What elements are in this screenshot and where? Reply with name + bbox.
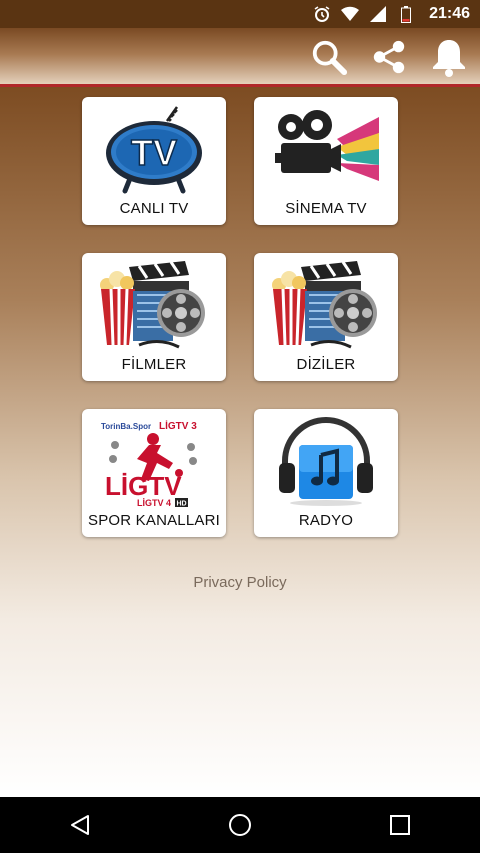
- tile-label: RADYO: [298, 512, 354, 529]
- tile-spor-kanallari[interactable]: TorinBa.Spor LİGTV 3 LİGTV LİGTV 4 HD SP…: [82, 409, 226, 537]
- svg-text:TV: TV: [131, 132, 177, 173]
- tile-diziler[interactable]: DİZİLER: [254, 253, 398, 381]
- lig-tv4-text: LİGTV 4: [137, 498, 171, 507]
- battery-icon: [397, 5, 415, 23]
- wifi-icon: [341, 5, 360, 23]
- lig-tv-logo: TorinBa.Spor LİGTV 3 LİGTV LİGTV 4 HD: [101, 419, 197, 508]
- hd-badge-text: HD: [177, 501, 187, 508]
- popcorn-film-icon: [272, 261, 377, 349]
- alarm-icon: [313, 5, 331, 23]
- signal-icon: [369, 5, 387, 23]
- headphones-music-icon: [279, 417, 373, 506]
- category-grid: TV CANLI TV SİNEMA TV FİLMLER DİZİLER To…: [82, 97, 398, 537]
- lig-brand-text: LİGTV: [105, 471, 182, 501]
- recents-icon[interactable]: [380, 805, 420, 845]
- tile-radyo[interactable]: RADYO: [254, 409, 398, 537]
- lig-tv3-text: LİGTV 3: [159, 419, 197, 432]
- bell-icon[interactable]: [430, 37, 468, 77]
- tile-label: SİNEMA TV: [285, 200, 367, 217]
- status-time: 21:46: [429, 5, 470, 22]
- back-icon[interactable]: [60, 805, 100, 845]
- privacy-policy-link[interactable]: Privacy Policy: [0, 574, 480, 591]
- tile-filmler[interactable]: FİLMLER: [82, 253, 226, 381]
- tile-label: CANLI TV: [119, 200, 189, 217]
- tile-canli-tv[interactable]: TV CANLI TV: [82, 97, 226, 225]
- app-bar: [0, 28, 480, 86]
- tile-sinema-tv[interactable]: SİNEMA TV: [254, 97, 398, 225]
- nav-bar: [0, 797, 480, 853]
- popcorn-film-icon: [100, 261, 205, 349]
- tile-label: FİLMLER: [121, 356, 187, 373]
- movie-camera-icon: [275, 110, 379, 181]
- spor-channel-text: TorinBa.Spor: [101, 422, 151, 431]
- search-icon[interactable]: [310, 37, 348, 77]
- tv-icon: TV: [106, 106, 202, 194]
- tile-label: SPOR KANALLARI: [87, 512, 220, 529]
- tile-label: DİZİLER: [296, 356, 356, 373]
- status-bar: 21:46: [0, 0, 480, 28]
- share-icon[interactable]: [370, 37, 408, 77]
- home-icon[interactable]: [220, 805, 260, 845]
- main-content: TV CANLI TV SİNEMA TV FİLMLER DİZİLER To…: [0, 87, 480, 797]
